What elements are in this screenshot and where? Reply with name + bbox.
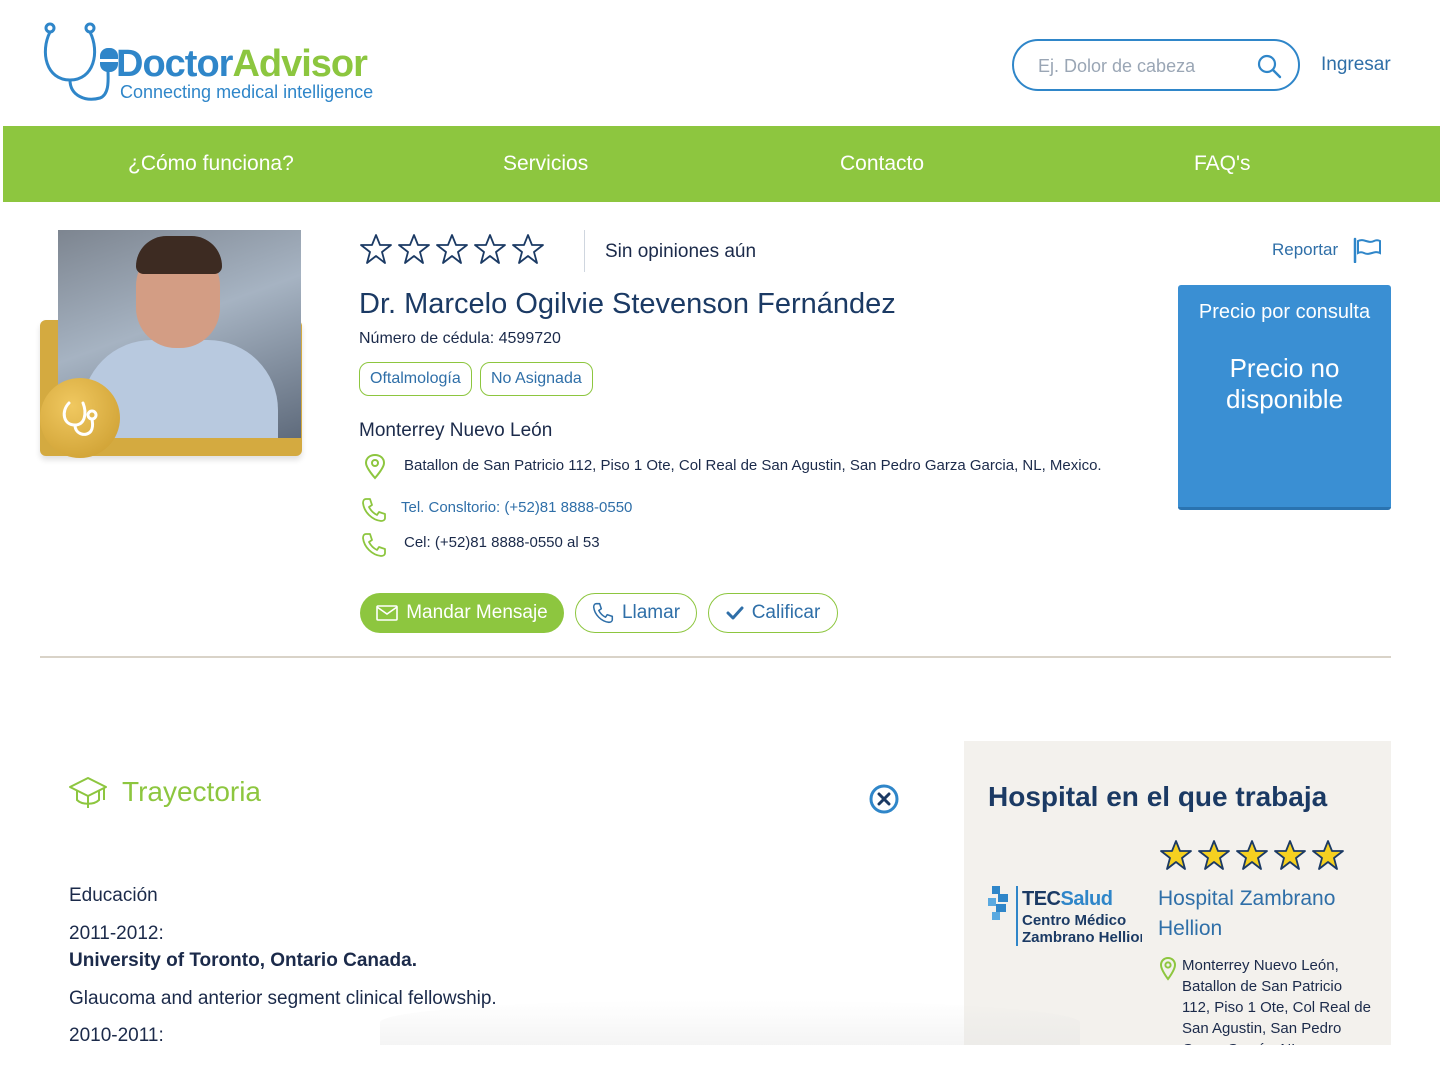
rate-button[interactable]: Calificar bbox=[708, 593, 838, 633]
phone-icon bbox=[592, 602, 614, 624]
tecsalud-subtitle: Centro Médico bbox=[1022, 912, 1127, 929]
location-pin-icon bbox=[1159, 957, 1177, 981]
close-icon[interactable] bbox=[868, 783, 900, 815]
nav-item-contacto[interactable]: Contacto bbox=[840, 152, 924, 176]
call-button[interactable]: Llamar bbox=[575, 593, 697, 633]
rate-label: Calificar bbox=[751, 602, 821, 623]
reviews-status: Sin opiniones aún bbox=[605, 241, 757, 262]
education-label: Educación bbox=[69, 885, 158, 906]
star-empty-icon[interactable] bbox=[474, 232, 506, 266]
viewport-bottom bbox=[0, 1045, 1440, 1077]
education-description: Glaucoma and anterior segment clinical f… bbox=[69, 988, 497, 1009]
trajectory-title: Trayectoria bbox=[122, 776, 262, 807]
rating-divider bbox=[584, 230, 585, 272]
search-input[interactable] bbox=[1038, 53, 1248, 79]
star-filled-icon bbox=[1312, 840, 1344, 870]
graduation-cap-icon bbox=[69, 777, 107, 808]
tecsalud-logo: TECSalud Centro Médico Zambrano Hellion bbox=[986, 884, 1142, 950]
star-empty-icon[interactable] bbox=[398, 232, 430, 266]
logo-tagline: Connecting medical intelligence bbox=[120, 82, 374, 102]
specialty-tag[interactable]: Oftalmología bbox=[359, 362, 472, 396]
envelope-icon bbox=[376, 605, 399, 621]
hospital-address: Monterrey Nuevo León, Batallon de San Pa… bbox=[1182, 957, 1371, 1045]
login-link[interactable]: Ingresar bbox=[1321, 54, 1391, 76]
mobile-phone: Cel: (+52)81 8888-0550 al 53 bbox=[404, 534, 600, 551]
doctor-city: Monterrey Nuevo León bbox=[359, 420, 553, 441]
main-nav: ¿Cómo funciona? Servicios Contacto FAQ's bbox=[3, 126, 1440, 202]
search-icon[interactable] bbox=[1256, 53, 1282, 79]
hospital-card: Hospital en el que trabaja TECSalud Cent… bbox=[964, 741, 1391, 1045]
tecsalud-mark-icon bbox=[988, 886, 1008, 920]
price-title: Precio por consulta bbox=[1198, 301, 1371, 323]
header: DoctorAdvisor Connecting medical intelli… bbox=[0, 0, 1440, 126]
checkmark-icon bbox=[726, 606, 744, 620]
office-phone-link[interactable]: Tel. Consltorio: (+52)81 8888-0550 bbox=[401, 499, 632, 516]
tecsalud-subtitle: Zambrano Hellion bbox=[1022, 929, 1142, 946]
mobile-phone-icon bbox=[362, 533, 386, 557]
price-value: Precio no disponible bbox=[1225, 353, 1344, 414]
star-empty-icon[interactable] bbox=[360, 232, 392, 266]
doctor-address: Batallon de San Patricio 112, Piso 1 Ote… bbox=[404, 457, 1102, 474]
tecsalud-wordmark: TECSalud bbox=[1022, 888, 1113, 910]
section-divider bbox=[40, 656, 1391, 658]
doctor-rating-stars[interactable] bbox=[360, 232, 544, 266]
logo-wordmark: DoctorAdvisor bbox=[116, 43, 368, 85]
location-pin-icon bbox=[364, 454, 386, 480]
nav-item-servicios[interactable]: Servicios bbox=[503, 152, 588, 176]
star-filled-icon bbox=[1274, 840, 1306, 870]
star-empty-icon[interactable] bbox=[512, 232, 544, 266]
send-message-button[interactable]: Mandar Mensaje bbox=[360, 593, 564, 633]
send-message-label: Mandar Mensaje bbox=[406, 602, 548, 623]
phone-icon bbox=[362, 498, 386, 522]
doctor-photo-block bbox=[38, 230, 302, 462]
doctoradvisor-logo[interactable]: DoctorAdvisor Connecting medical intelli… bbox=[38, 22, 398, 112]
price-card: Precio por consulta Precio no disponible bbox=[1178, 285, 1391, 510]
star-filled-icon bbox=[1236, 840, 1268, 870]
doctor-name: Dr. Marcelo Ogilvie Stevenson Fernández bbox=[359, 288, 896, 320]
nav-item-como-funciona[interactable]: ¿Cómo funciona? bbox=[128, 152, 294, 176]
hospital-name-link[interactable]: Hospital Zambrano Hellion bbox=[1158, 884, 1358, 944]
education-years: 2010-2011: bbox=[69, 1025, 164, 1046]
stethoscope-logo-icon bbox=[43, 22, 118, 101]
star-filled-icon bbox=[1160, 840, 1192, 870]
flag-icon[interactable] bbox=[1352, 237, 1382, 263]
doctor-license: Número de cédula: 4599720 bbox=[359, 330, 561, 347]
education-years: 2011-2012: bbox=[69, 923, 164, 944]
nav-item-faqs[interactable]: FAQ's bbox=[1194, 152, 1251, 176]
star-empty-icon[interactable] bbox=[436, 232, 468, 266]
star-filled-icon bbox=[1198, 840, 1230, 870]
call-label: Llamar bbox=[621, 602, 681, 623]
stethoscope-badge-icon bbox=[40, 378, 120, 458]
subspecialty-tag[interactable]: No Asignada bbox=[480, 362, 593, 396]
education-school: University of Toronto, Ontario Canada. bbox=[69, 950, 418, 971]
search-box bbox=[1012, 39, 1300, 91]
hospital-heading: Hospital en el que trabaja bbox=[988, 781, 1328, 812]
report-link[interactable]: Reportar bbox=[1272, 240, 1338, 260]
hospital-rating-stars bbox=[1160, 839, 1344, 871]
